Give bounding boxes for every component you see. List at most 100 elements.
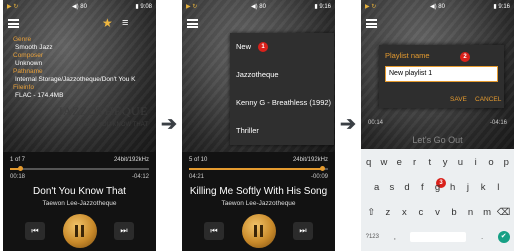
phone-screen-playlist-menu: ▶ ↻ ◀) 80 ▮ 9:16 New 1 Jazzotheque Kenny… xyxy=(182,0,335,251)
next-button[interactable]: ⏭ xyxy=(114,222,134,240)
playlist-dropdown: New 1 Jazzotheque Kenny G - Breathless (… xyxy=(230,33,334,145)
key[interactable]: n xyxy=(464,207,478,218)
playlist-queue-icon[interactable]: ≡ xyxy=(122,17,128,29)
key[interactable]: b xyxy=(447,207,461,218)
dropdown-item[interactable]: Thriller xyxy=(230,117,334,145)
key[interactable]: x xyxy=(397,207,411,218)
dropdown-item-label: New xyxy=(236,42,252,51)
volume-value: 80 xyxy=(438,3,445,10)
dropdown-item[interactable]: Kenny G - Breathless (1992) xyxy=(230,89,334,117)
key[interactable]: s xyxy=(385,182,399,193)
player-panel: 5 of 10 24bit/192kHz 04:21 -00:09 Killin… xyxy=(182,152,335,251)
comma-key[interactable]: , xyxy=(388,234,402,241)
key[interactable]: w xyxy=(377,157,391,168)
key[interactable]: k xyxy=(476,182,490,193)
dropdown-item-new[interactable]: New 1 xyxy=(230,33,334,61)
step-badge: 2 xyxy=(460,52,470,62)
audio-quality: 24bit/192kHz xyxy=(292,157,328,163)
info-value: Internal Storage/Jazzotheque/Don't You K xyxy=(15,76,136,83)
previous-button[interactable]: ⏮ xyxy=(25,222,45,240)
info-value: Unknown xyxy=(15,60,43,67)
info-key: Genre xyxy=(13,36,32,43)
step-badge: 1 xyxy=(258,42,268,52)
status-bar: ▶ ↻ ◀) 80 ▮ 9:16 xyxy=(361,0,514,12)
key[interactable]: t xyxy=(423,157,437,168)
key[interactable]: a xyxy=(370,182,384,193)
save-button[interactable]: SAVE xyxy=(450,96,467,103)
pause-icon xyxy=(254,225,264,237)
seek-bar[interactable] xyxy=(10,166,149,171)
step-arrow-icon: ➔ xyxy=(340,114,356,135)
volume-icon: ◀) xyxy=(251,3,258,10)
battery-icon: ▮ xyxy=(314,3,318,10)
info-key: Composer xyxy=(13,52,43,59)
info-key: Fileinfo xyxy=(13,84,34,91)
key[interactable]: y xyxy=(438,157,452,168)
battery-icon: ▮ xyxy=(135,3,139,10)
info-value: FLAC - 174.4MB xyxy=(15,92,64,99)
key[interactable]: d xyxy=(400,182,414,193)
dropdown-item[interactable]: Jazzotheque xyxy=(230,61,334,89)
dialog-title: Playlist name xyxy=(385,51,430,60)
key[interactable]: f xyxy=(415,182,429,193)
audio-quality: 24bit/192kHz xyxy=(113,157,149,163)
song-title: Don't You Know That xyxy=(33,186,126,197)
volume-icon: ◀) xyxy=(430,3,437,10)
enter-key-icon[interactable]: ✔ xyxy=(497,231,510,243)
key[interactable]: p xyxy=(499,157,513,168)
volume-value: 80 xyxy=(259,3,266,10)
key[interactable]: i xyxy=(469,157,483,168)
battery-icon: ▮ xyxy=(493,3,497,10)
info-key: Pathname xyxy=(13,68,43,75)
hamburger-menu-icon[interactable] xyxy=(187,19,198,28)
key[interactable]: g xyxy=(430,182,444,193)
phone-screen-info: JAZZOTHEQUE DON'T YOU KNOW THAT ▶ ↻ ◀) 8… xyxy=(3,0,156,251)
tutorial-stage: JAZZOTHEQUE DON'T YOU KNOW THAT ▶ ↻ ◀) 8… xyxy=(0,0,515,251)
pause-icon xyxy=(75,225,85,237)
hamburger-menu-icon[interactable] xyxy=(8,19,19,28)
symbols-key[interactable]: ?123 xyxy=(365,234,379,240)
key[interactable]: h xyxy=(446,182,460,193)
star-icon[interactable]: ★ xyxy=(102,16,113,30)
album-art-title: JAZZOTHEQUE xyxy=(57,104,148,118)
playlist-name-input[interactable]: New playlist 1 xyxy=(385,66,498,82)
song-title: Killing Me Softly With His Song xyxy=(189,186,328,197)
period-key[interactable]: . xyxy=(475,234,489,241)
playlist-name-dialog: Playlist name 2 New playlist 1 SAVE CANC… xyxy=(379,45,504,108)
pause-button[interactable] xyxy=(63,214,97,248)
elapsed-time: 04:21 xyxy=(189,174,205,180)
key[interactable]: e xyxy=(392,157,406,168)
soft-keyboard: q w e r t y u i o p 3 a s d f g h j k l … xyxy=(361,149,514,251)
album-art-subtitle: DON'T YOU KNOW THAT xyxy=(78,122,148,128)
backspace-key-icon[interactable]: ⌫ xyxy=(497,207,511,218)
pause-button[interactable] xyxy=(242,214,276,248)
volume-value: 80 xyxy=(80,3,87,10)
key[interactable]: r xyxy=(408,157,422,168)
remaining-time: -04:12 xyxy=(131,174,149,180)
track-info-panel: Genre Smooth Jazz Composer Unknown Pathn… xyxy=(13,36,136,100)
seek-bar[interactable] xyxy=(189,166,328,171)
key[interactable]: u xyxy=(453,157,467,168)
status-bar: ▶ ↻ ◀) 80 ▮ 9:16 xyxy=(182,0,335,12)
key[interactable]: o xyxy=(484,157,498,168)
previous-button[interactable]: ⏮ xyxy=(204,222,224,240)
clock: 9:16 xyxy=(319,3,331,10)
key[interactable]: m xyxy=(480,207,494,218)
space-key[interactable] xyxy=(410,232,467,242)
key[interactable]: q xyxy=(362,157,376,168)
track-position: 5 of 10 xyxy=(189,157,208,163)
step-arrow-icon: ➔ xyxy=(161,114,177,135)
key[interactable]: l xyxy=(491,182,505,193)
cancel-button[interactable]: CANCEL xyxy=(475,96,501,103)
key[interactable]: c xyxy=(414,207,428,218)
remaining-time: -00:09 xyxy=(310,174,328,180)
hamburger-menu-icon[interactable] xyxy=(366,19,377,28)
next-button[interactable]: ⏭ xyxy=(293,222,313,240)
elapsed-time: 00:14 xyxy=(368,120,384,126)
track-position: 1 of 7 xyxy=(10,157,26,163)
key[interactable]: v xyxy=(430,207,444,218)
song-artist: Taewon Lee-Jazzotheque xyxy=(221,200,296,207)
shift-key-icon[interactable]: ⇧ xyxy=(364,207,378,218)
key[interactable]: j xyxy=(461,182,475,193)
key[interactable]: z xyxy=(381,207,395,218)
